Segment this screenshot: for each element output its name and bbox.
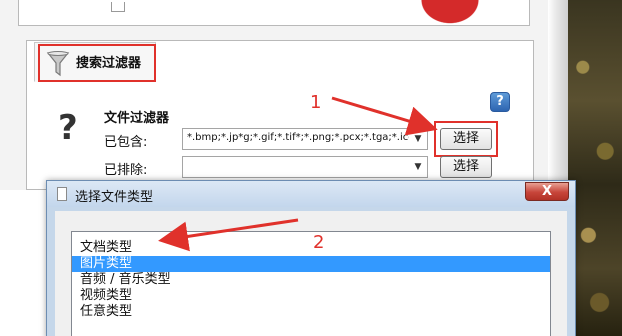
file-type-list[interactable]: 文档类型 图片类型 音频 / 音乐类型 视频类型 任意类型: [71, 231, 551, 336]
exclude-combobox[interactable]: ▼: [182, 156, 428, 178]
exclude-select-button[interactable]: 选择: [440, 156, 492, 178]
file-type-dialog: 选择文件类型 X 文档类型 图片类型 音频 / 音乐类型 视频类型 任意类型: [46, 180, 576, 336]
window-edge-shadow: [548, 0, 568, 180]
annotation-highlight-button: [434, 121, 498, 157]
dialog-body: 文档类型 图片类型 音频 / 音乐类型 视频类型 任意类型: [55, 211, 567, 336]
document-icon: [57, 187, 67, 201]
include-combobox[interactable]: *.bmp;*.jp*g;*.gif;*.tif*;*.png;*.pcx;*.…: [182, 128, 428, 150]
annotation-highlight-tab: [38, 44, 156, 82]
checkbox-partial[interactable]: [111, 2, 125, 12]
list-item[interactable]: 视频类型: [72, 288, 550, 304]
annotation-step-2: 2: [313, 232, 325, 253]
annotation-step-1: 1: [310, 92, 322, 113]
list-item[interactable]: 图片类型: [72, 256, 550, 272]
brand-logo-icon: [418, 0, 482, 26]
list-item[interactable]: 音频 / 音乐类型: [72, 272, 550, 288]
file-filter-title: 文件过滤器: [104, 111, 170, 126]
settings-window: 搜索过滤器 ? ? 文件过滤器 已包含: *.bmp;*.jp*g;*.gif;…: [0, 0, 548, 190]
exclude-label: 已排除:: [104, 163, 148, 178]
chevron-down-icon[interactable]: ▼: [411, 132, 425, 146]
dialog-title: 选择文件类型: [75, 190, 154, 205]
question-mark-icon: ?: [58, 108, 78, 148]
help-icon[interactable]: ?: [490, 92, 510, 112]
dialog-titlebar[interactable]: 选择文件类型 X: [47, 181, 575, 207]
chevron-down-icon[interactable]: ▼: [411, 160, 425, 174]
include-value: *.bmp;*.jp*g;*.gif;*.tif*;*.png;*.pcx;*.…: [187, 132, 409, 143]
close-button[interactable]: X: [525, 182, 569, 201]
include-label: 已包含:: [104, 135, 148, 150]
list-item[interactable]: 任意类型: [72, 304, 550, 320]
list-item[interactable]: 文档类型: [72, 240, 550, 256]
